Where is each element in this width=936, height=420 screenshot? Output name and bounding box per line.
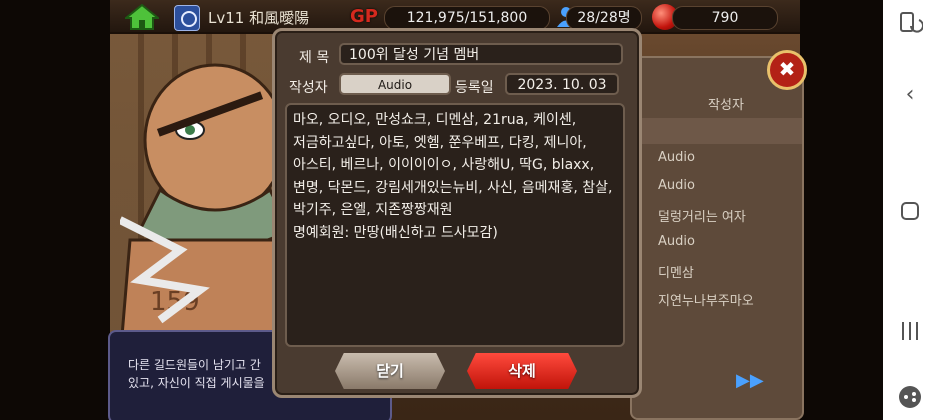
post-detail-modal: 제 목 100위 달성 기념 멤버 작성자 Audio 등록일 2023. 10… [272,28,642,398]
guild-level-name: Lv11 和風曖陽 [208,9,310,27]
next-page-icon[interactable]: ▶▶ [736,370,768,392]
member-count: 28/28명 [566,6,642,30]
list-row-highlight [632,118,802,144]
close-icon[interactable]: ✖ [767,50,807,90]
game-tools-icon[interactable] [897,384,923,410]
list-item-author[interactable]: Audio [658,178,798,193]
screen-rotate-icon[interactable] [897,10,923,36]
home-nav-icon[interactable] [897,198,923,224]
author-label: 작성자 [289,80,328,96]
background-right [800,0,883,420]
content-line: 변명, 닥몬드, 강림세개있는뉴비, 사신, 음메재홍, 참살, [293,179,613,196]
android-navigation-bar: ‹ [883,0,936,420]
close-button[interactable]: 닫기 [335,353,445,389]
back-icon[interactable]: ‹ [897,82,923,108]
content-line: 마오, 오디오, 만성쇼크, 디멘삼, 21rua, 케이센, [293,112,577,128]
date-label: 등록일 [455,80,494,96]
date-field: 2023. 10. 03 [505,73,619,95]
title-label: 제 목 [299,50,330,66]
post-content: 마오, 오디오, 만성쇼크, 디멘삼, 21rua, 케이센, 저금하고싶다, … [285,103,625,347]
guild-emblem-icon [174,5,200,31]
list-item-author[interactable]: Audio [658,234,798,249]
author-field: Audio [339,73,451,95]
list-item-author[interactable]: 덜렁거리는 여자 [658,206,798,225]
title-field: 100위 달성 기념 멤버 [339,43,623,65]
home-icon[interactable] [125,4,159,30]
content-line: 저금하고싶다, 아토, 엣헴, 쭌우베프, 다킹, 제니아, [293,134,587,151]
gem-count: 790 [672,6,778,30]
game-screen: 159 Lv11 和風曖陽 GP 121,975/151,800 28/28명 … [0,0,883,420]
background-left [0,0,110,420]
content-line: 아스티, 베르나, 이이이이ㅇ, 사랑해U, 딱G, blaxx, [293,157,595,173]
list-header-author: 작성자 [708,98,744,113]
gp-label: GP [350,6,378,27]
delete-button[interactable]: 삭제 [467,353,577,389]
gp-value: 121,975/151,800 [384,6,550,30]
board-list-panel: 작성자 Audio Audio 덜렁거리는 여자 Audio 디멘삼 지연누나부… [630,56,804,420]
recent-apps-icon[interactable] [897,318,923,344]
list-item-author[interactable]: 디멘삼 [658,262,798,281]
list-item-author[interactable]: Audio [658,150,798,165]
content-line: 명예회원: 만땅(배신하고 드사모감) [293,224,498,241]
content-line: 박기주, 은엘, 지존짱짱재원 [293,202,453,218]
list-item-author[interactable]: 지연누나부주마오 [658,290,798,309]
